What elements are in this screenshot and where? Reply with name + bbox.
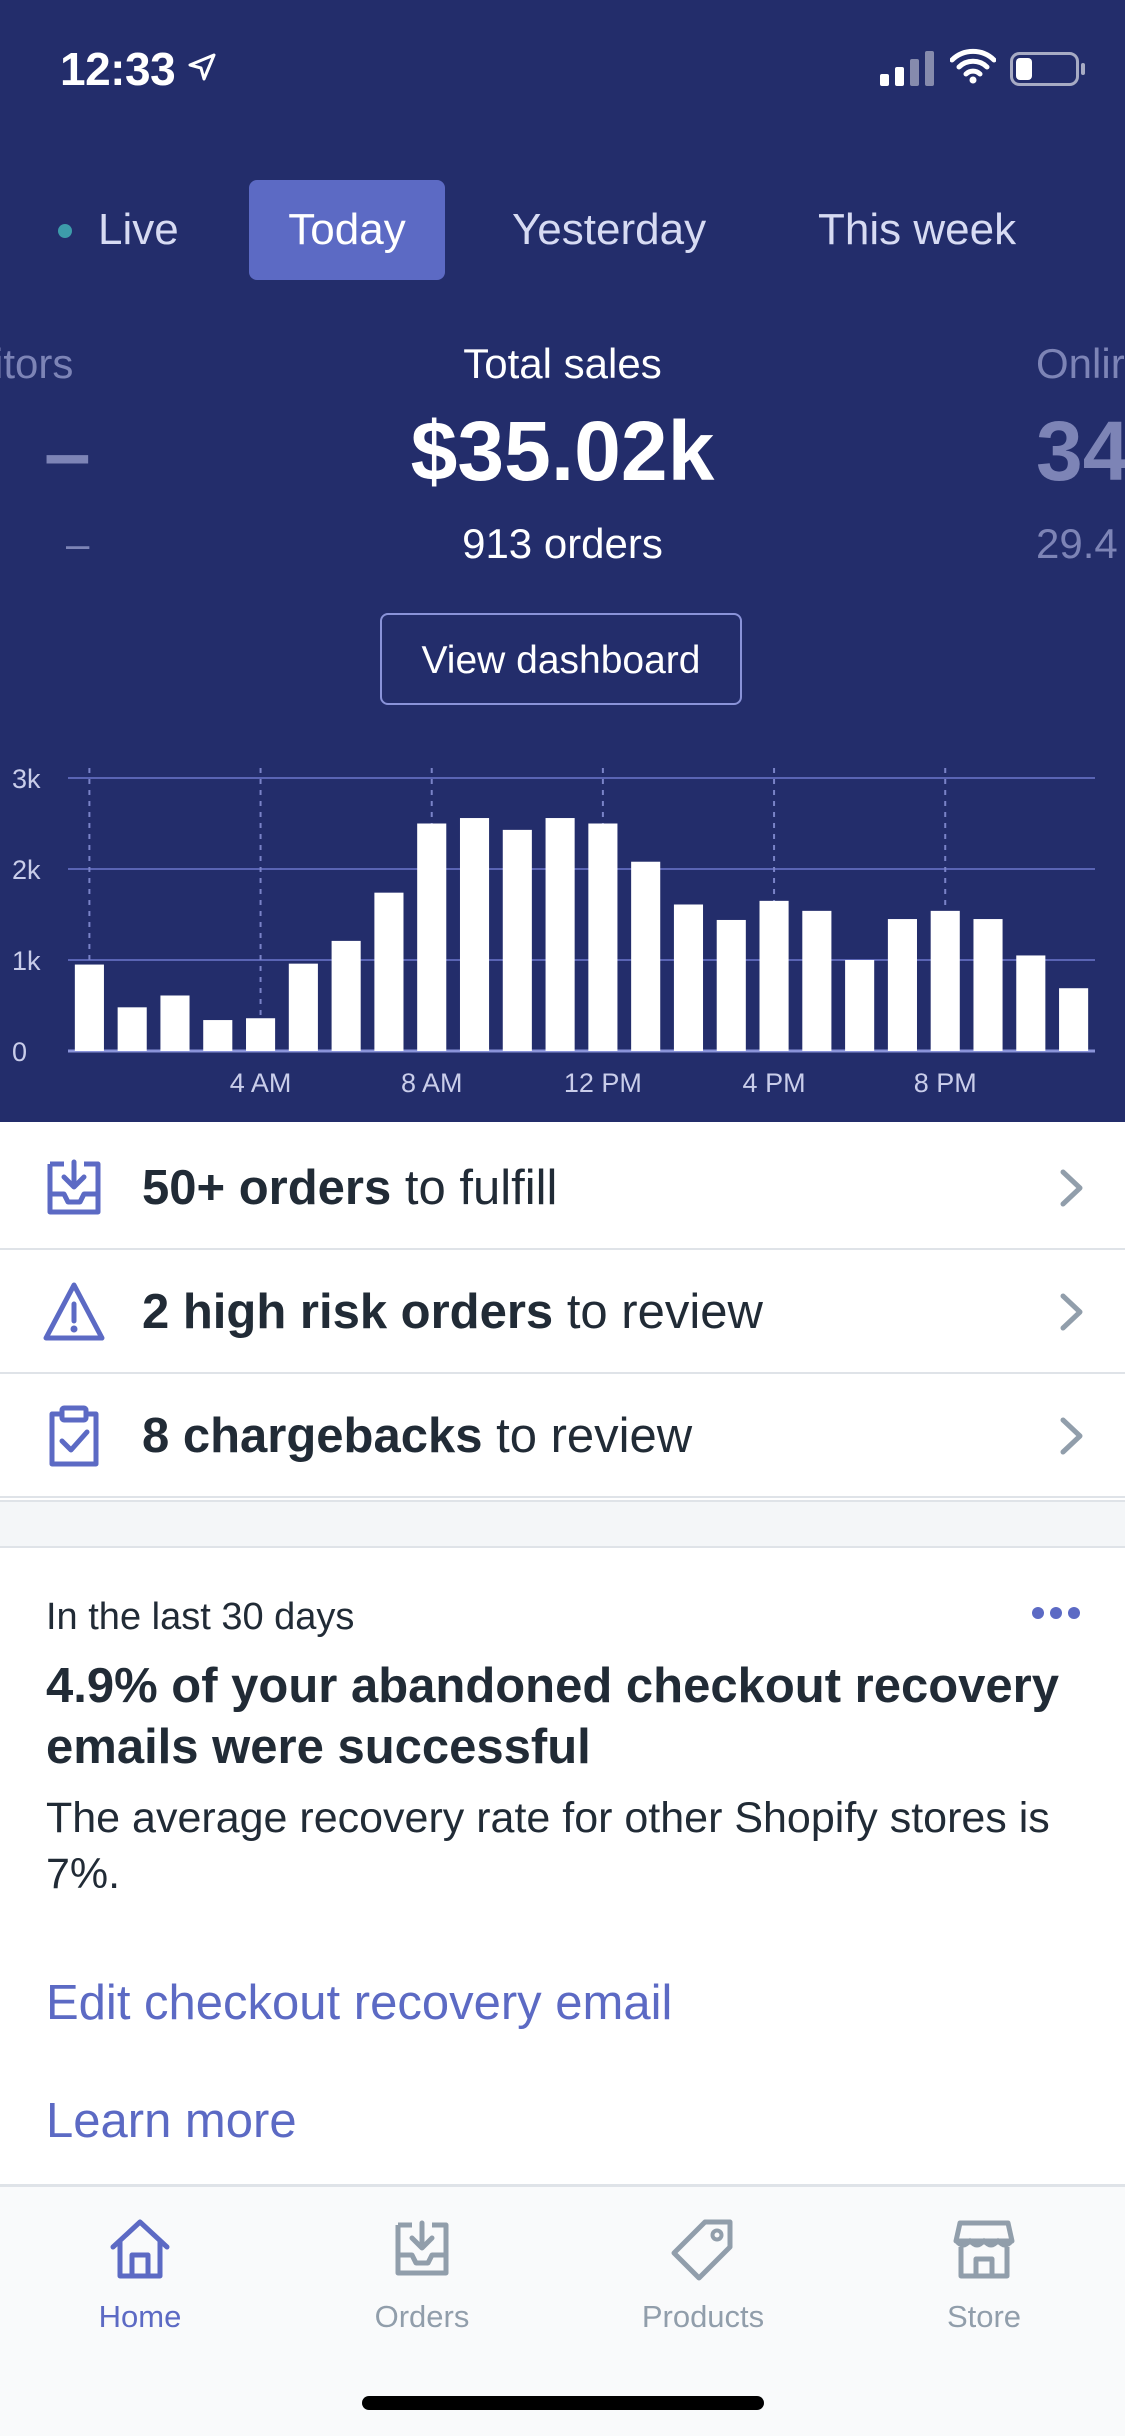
tabbar-label: Orders: [374, 2299, 470, 2334]
chart-y-tick-label: 3k: [12, 764, 41, 794]
orders-inbox-icon: [395, 2220, 449, 2276]
status-time: 12:33: [60, 43, 176, 95]
chart-y-tick-label: 0: [12, 1037, 27, 1067]
orders-count: 913 orders: [462, 520, 663, 567]
hourly-sales-chart: 0 1k 2k 3k 4 AM 8 AM 12 PM 4 PM 8 PM: [12, 764, 1095, 1098]
inbox-download-icon: [47, 1159, 101, 1215]
chart-bar: [887, 919, 917, 1051]
chart-x-tick-label: 8 AM: [401, 1068, 463, 1098]
tabbar-products[interactable]: Products: [603, 2217, 803, 2335]
chart-bar: [759, 900, 789, 1051]
section-divider: [0, 1500, 1125, 1548]
insight-eyebrow: In the last 30 days: [46, 1596, 355, 1638]
chart-bar: [203, 1020, 233, 1051]
tab-yesterday[interactable]: Yesterday: [512, 180, 706, 280]
chart-bar: [588, 823, 618, 1051]
metric-right-sub: 29.4: [1036, 520, 1118, 567]
chart-bar: [74, 964, 104, 1051]
task-orders-to-fulfill[interactable]: 50+ orders to fulfill: [0, 1126, 1125, 1250]
tabbar-orders[interactable]: Orders: [322, 2217, 522, 2335]
cellular-signal-icon: [880, 51, 934, 86]
clipboard-check-icon: [49, 1405, 99, 1467]
insight-title: 4.9% of your abandoned checkout recovery…: [46, 1659, 1059, 1774]
task-high-risk-orders[interactable]: 2 high risk orders to review: [0, 1250, 1125, 1374]
chart-bar: [716, 919, 746, 1051]
chart-bar: [502, 829, 532, 1051]
chart-x-tick-label: 12 PM: [564, 1068, 642, 1098]
task-label: 8 chargebacks to review: [142, 1409, 693, 1463]
chart-bar: [673, 904, 704, 1051]
home-icon: [110, 2219, 170, 2279]
chart-y-tick-label: 2k: [12, 855, 41, 885]
learn-more-link[interactable]: Learn more: [46, 2093, 297, 2149]
chevron-right-icon: [1060, 1293, 1083, 1331]
task-label: 50+ orders to fulfill: [142, 1161, 558, 1215]
tag-icon: [671, 2219, 733, 2281]
chevron-right-icon: [1060, 1417, 1083, 1455]
chart-bar: [374, 892, 404, 1051]
chart-bar: [930, 910, 960, 1051]
location-arrow-icon: [188, 53, 216, 81]
chart-x-tick-label: 8 PM: [914, 1068, 977, 1098]
tabbar-label: Home: [98, 2299, 182, 2334]
home-indicator: [362, 2396, 764, 2410]
chart-bar: [160, 995, 190, 1051]
chart-bar: [288, 963, 318, 1051]
tabbar-store[interactable]: Store: [884, 2217, 1084, 2335]
chart-bar: [631, 861, 661, 1051]
chart-bar: [459, 818, 490, 1051]
chart-x-tick-label: 4 PM: [743, 1068, 806, 1098]
live-indicator-dot: [58, 224, 72, 238]
tabbar-home[interactable]: Home: [40, 2217, 240, 2335]
battery-icon: [1010, 52, 1085, 86]
chart-bar: [117, 1007, 147, 1051]
chart-bar: [246, 1018, 276, 1051]
chart-bar: [802, 910, 832, 1051]
tab-live[interactable]: Live: [98, 180, 179, 280]
chart-bar: [845, 960, 875, 1051]
edit-checkout-recovery-email-link[interactable]: Edit checkout recovery email: [46, 1975, 672, 2031]
chart-bar: [1059, 988, 1089, 1051]
chart-bar: [545, 818, 575, 1051]
view-dashboard-button[interactable]: View dashboard: [380, 613, 742, 705]
tabbar-label: Store: [946, 2299, 1022, 2334]
tab-today[interactable]: Today: [249, 180, 445, 280]
storefront-icon: [953, 2220, 1015, 2279]
chevron-right-icon: [1060, 1169, 1083, 1207]
insight-body: The average recovery rate for other Shop…: [46, 1794, 1050, 1898]
metric-right-value: 34: [1036, 404, 1125, 498]
total-sales-label: Total sales: [463, 340, 662, 387]
chart-bar: [417, 823, 447, 1051]
chart-bar: [973, 919, 1003, 1051]
tab-this-week[interactable]: This week: [818, 180, 1016, 280]
task-label: 2 high risk orders to review: [142, 1285, 763, 1339]
chart-bar: [1016, 955, 1046, 1051]
sales-overview-panel: 12:33 Live Today Yesterday This week ito…: [0, 0, 1125, 1122]
warning-triangle-icon: [43, 1282, 105, 1341]
metric-right-label: Onlir: [1036, 340, 1125, 387]
tabbar-label: Products: [641, 2299, 765, 2334]
total-sales-value: $35.02k: [410, 404, 715, 498]
more-options-icon[interactable]: [1031, 1603, 1081, 1623]
chart-y-tick-label: 1k: [12, 946, 41, 976]
chart-bar: [331, 940, 361, 1051]
wifi-icon: [950, 48, 996, 84]
task-chargebacks[interactable]: 8 chargebacks to review: [0, 1374, 1125, 1498]
chart-x-tick-label: 4 AM: [230, 1068, 292, 1098]
